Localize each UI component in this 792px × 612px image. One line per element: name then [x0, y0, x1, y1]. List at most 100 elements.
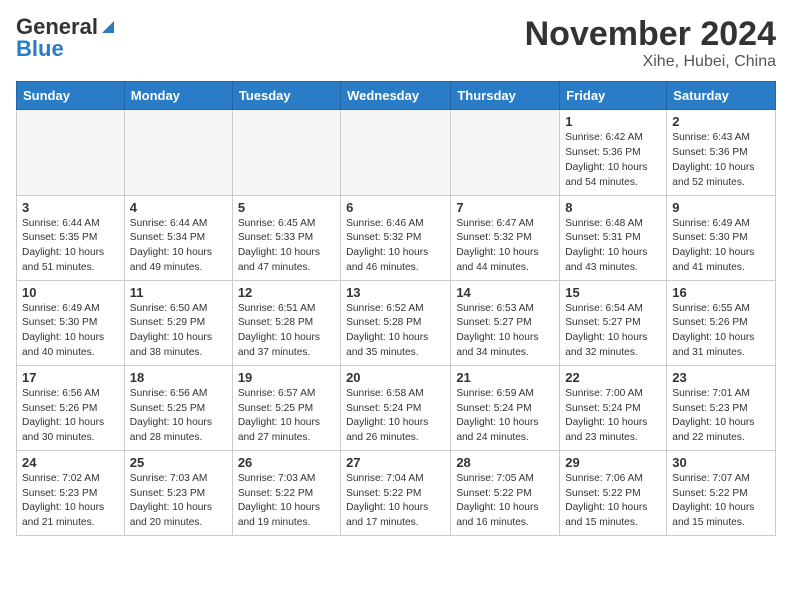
day-info: Sunrise: 6:54 AM Sunset: 5:27 PM Dayligh… [565, 302, 661, 361]
day-info: Sunrise: 7:07 AM Sunset: 5:22 PM Dayligh… [672, 472, 770, 531]
calendar-header-tuesday: Tuesday [232, 82, 340, 110]
day-number: 22 [565, 370, 661, 385]
day-number: 5 [238, 200, 335, 215]
calendar-cell: 30 Sunrise: 7:07 AM Sunset: 5:22 PM Dayli… [667, 450, 776, 535]
calendar-cell: 14 Sunrise: 6:53 AM Sunset: 5:27 PM Dayli… [451, 280, 560, 365]
day-number: 1 [565, 114, 661, 129]
page: General Blue November 2024 Xihe, Hubei, … [0, 0, 792, 546]
calendar-cell: 26Sunrise: 7:03 AM Sunset: 5:22 PM Dayli… [232, 450, 340, 535]
calendar-cell [17, 110, 125, 195]
day-number: 26 [238, 455, 335, 470]
day-info: Sunrise: 6:57 AM Sunset: 5:25 PM Dayligh… [238, 387, 335, 446]
day-number: 3 [22, 200, 119, 215]
calendar-cell: 2Sunrise: 6:43 AM Sunset: 5:36 PM Daylig… [667, 110, 776, 195]
calendar-header-saturday: Saturday [667, 82, 776, 110]
day-number: 11 [130, 285, 227, 300]
day-info: Sunrise: 6:55 AM Sunset: 5:26 PM Dayligh… [672, 302, 770, 361]
day-number: 9 [672, 200, 770, 215]
calendar-cell: 17 Sunrise: 6:56 AM Sunset: 5:26 PM Dayli… [17, 365, 125, 450]
calendar-cell [451, 110, 560, 195]
day-number: 20 [346, 370, 445, 385]
month-title: November 2024 [525, 16, 776, 53]
calendar-week-row: 1Sunrise: 6:42 AM Sunset: 5:36 PM Daylig… [17, 110, 776, 195]
day-info: Sunrise: 6:53 AM Sunset: 5:27 PM Dayligh… [456, 302, 554, 361]
logo: General Blue [16, 16, 114, 60]
day-number: 10 [22, 285, 119, 300]
day-number: 25 [130, 455, 227, 470]
day-number: 15 [565, 285, 661, 300]
calendar-cell: 1Sunrise: 6:42 AM Sunset: 5:36 PM Daylig… [560, 110, 667, 195]
day-info: Sunrise: 6:52 AM Sunset: 5:28 PM Dayligh… [346, 302, 445, 361]
logo-blue-text: Blue [16, 38, 64, 60]
calendar-table: SundayMondayTuesdayWednesdayThursdayFrid… [16, 81, 776, 536]
calendar-cell: 19 Sunrise: 6:57 AM Sunset: 5:25 PM Dayli… [232, 365, 340, 450]
day-number: 30 [672, 455, 770, 470]
calendar-week-row: 3 Sunrise: 6:44 AM Sunset: 5:35 PM Daylig… [17, 195, 776, 280]
calendar-cell: 11 Sunrise: 6:50 AM Sunset: 5:29 PM Dayli… [124, 280, 232, 365]
day-number: 28 [456, 455, 554, 470]
header: General Blue November 2024 Xihe, Hubei, … [16, 16, 776, 71]
calendar-cell: 7Sunrise: 6:47 AM Sunset: 5:32 PM Daylig… [451, 195, 560, 280]
calendar-cell: 16 Sunrise: 6:55 AM Sunset: 5:26 PM Dayli… [667, 280, 776, 365]
calendar-cell: 28 Sunrise: 7:05 AM Sunset: 5:22 PM Dayli… [451, 450, 560, 535]
calendar-week-row: 24Sunrise: 7:02 AM Sunset: 5:23 PM Dayli… [17, 450, 776, 535]
day-number: 12 [238, 285, 335, 300]
day-number: 17 [22, 370, 119, 385]
day-number: 27 [346, 455, 445, 470]
day-number: 13 [346, 285, 445, 300]
day-number: 14 [456, 285, 554, 300]
logo-triangle-icon [100, 19, 114, 35]
day-number: 16 [672, 285, 770, 300]
day-info: Sunrise: 6:43 AM Sunset: 5:36 PM Dayligh… [672, 131, 770, 190]
calendar-cell: 27 Sunrise: 7:04 AM Sunset: 5:22 PM Dayli… [341, 450, 451, 535]
calendar-cell: 21 Sunrise: 6:59 AM Sunset: 5:24 PM Dayli… [451, 365, 560, 450]
calendar-header-thursday: Thursday [451, 82, 560, 110]
calendar-cell: 4 Sunrise: 6:44 AM Sunset: 5:34 PM Daylig… [124, 195, 232, 280]
day-info: Sunrise: 6:45 AM Sunset: 5:33 PM Dayligh… [238, 217, 335, 276]
calendar-cell: 13 Sunrise: 6:52 AM Sunset: 5:28 PM Dayli… [341, 280, 451, 365]
day-info: Sunrise: 6:49 AM Sunset: 5:30 PM Dayligh… [22, 302, 119, 361]
calendar-header-friday: Friday [560, 82, 667, 110]
day-info: Sunrise: 7:03 AM Sunset: 5:23 PM Dayligh… [130, 472, 227, 531]
day-number: 24 [22, 455, 119, 470]
calendar-cell: 15 Sunrise: 6:54 AM Sunset: 5:27 PM Dayli… [560, 280, 667, 365]
calendar-cell: 22 Sunrise: 7:00 AM Sunset: 5:24 PM Dayli… [560, 365, 667, 450]
calendar-header-sunday: Sunday [17, 82, 125, 110]
day-info: Sunrise: 6:51 AM Sunset: 5:28 PM Dayligh… [238, 302, 335, 361]
day-info: Sunrise: 6:56 AM Sunset: 5:26 PM Dayligh… [22, 387, 119, 446]
calendar-cell [232, 110, 340, 195]
calendar-cell: 12 Sunrise: 6:51 AM Sunset: 5:28 PM Dayli… [232, 280, 340, 365]
day-info: Sunrise: 6:50 AM Sunset: 5:29 PM Dayligh… [130, 302, 227, 361]
day-info: Sunrise: 6:44 AM Sunset: 5:35 PM Dayligh… [22, 217, 119, 276]
day-info: Sunrise: 7:06 AM Sunset: 5:22 PM Dayligh… [565, 472, 661, 531]
day-info: Sunrise: 7:01 AM Sunset: 5:23 PM Dayligh… [672, 387, 770, 446]
day-info: Sunrise: 7:00 AM Sunset: 5:24 PM Dayligh… [565, 387, 661, 446]
calendar-cell: 25 Sunrise: 7:03 AM Sunset: 5:23 PM Dayli… [124, 450, 232, 535]
day-number: 19 [238, 370, 335, 385]
calendar-week-row: 10 Sunrise: 6:49 AM Sunset: 5:30 PM Dayli… [17, 280, 776, 365]
day-info: Sunrise: 7:05 AM Sunset: 5:22 PM Dayligh… [456, 472, 554, 531]
calendar-week-row: 17 Sunrise: 6:56 AM Sunset: 5:26 PM Dayli… [17, 365, 776, 450]
day-info: Sunrise: 6:44 AM Sunset: 5:34 PM Dayligh… [130, 217, 227, 276]
day-info: Sunrise: 6:58 AM Sunset: 5:24 PM Dayligh… [346, 387, 445, 446]
day-number: 21 [456, 370, 554, 385]
title-block: November 2024 Xihe, Hubei, China [525, 16, 776, 71]
calendar-cell: 18Sunrise: 6:56 AM Sunset: 5:25 PM Dayli… [124, 365, 232, 450]
calendar-cell: 8 Sunrise: 6:48 AM Sunset: 5:31 PM Daylig… [560, 195, 667, 280]
calendar-cell: 6Sunrise: 6:46 AM Sunset: 5:32 PM Daylig… [341, 195, 451, 280]
day-number: 18 [130, 370, 227, 385]
calendar-cell: 24Sunrise: 7:02 AM Sunset: 5:23 PM Dayli… [17, 450, 125, 535]
calendar-cell: 3 Sunrise: 6:44 AM Sunset: 5:35 PM Daylig… [17, 195, 125, 280]
day-info: Sunrise: 7:04 AM Sunset: 5:22 PM Dayligh… [346, 472, 445, 531]
calendar-cell: 9Sunrise: 6:49 AM Sunset: 5:30 PM Daylig… [667, 195, 776, 280]
calendar-cell [341, 110, 451, 195]
day-number: 23 [672, 370, 770, 385]
day-info: Sunrise: 6:48 AM Sunset: 5:31 PM Dayligh… [565, 217, 661, 276]
calendar-cell: 5 Sunrise: 6:45 AM Sunset: 5:33 PM Daylig… [232, 195, 340, 280]
day-number: 4 [130, 200, 227, 215]
day-info: Sunrise: 6:59 AM Sunset: 5:24 PM Dayligh… [456, 387, 554, 446]
location-title: Xihe, Hubei, China [525, 53, 776, 71]
day-number: 8 [565, 200, 661, 215]
calendar-cell: 20 Sunrise: 6:58 AM Sunset: 5:24 PM Dayli… [341, 365, 451, 450]
calendar-cell [124, 110, 232, 195]
